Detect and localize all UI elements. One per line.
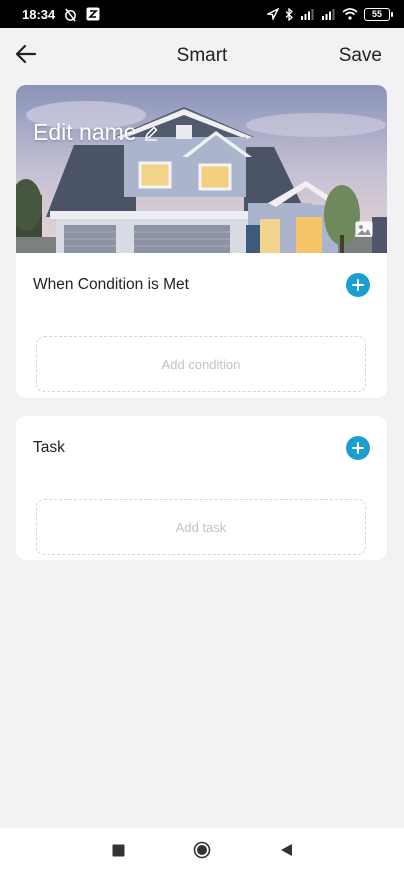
home-circle-icon [193, 841, 211, 864]
back-triangle-icon [280, 843, 293, 862]
add-task-button[interactable] [346, 436, 370, 460]
edit-name-button[interactable]: Edit name [33, 119, 159, 146]
signal-icon [321, 8, 336, 20]
status-time: 18:34 [22, 6, 56, 22]
battery-icon: 55 [364, 7, 393, 21]
status-bar: 18:34 55 [0, 0, 404, 28]
house-illustration [16, 85, 387, 253]
alarm-off-icon [63, 7, 78, 22]
recents-button[interactable] [109, 844, 127, 862]
scene-cover-image: Edit name [16, 85, 387, 253]
image-icon [355, 221, 373, 237]
system-back-button[interactable] [277, 844, 295, 862]
task-card: Task Add task [16, 416, 387, 560]
change-cover-button[interactable] [355, 221, 373, 237]
page-title: Smart [176, 45, 228, 66]
scene-card: Edit name When Condition is Met Add cond… [16, 85, 387, 398]
home-button[interactable] [193, 841, 211, 864]
add-task-label: Add task [175, 519, 227, 535]
signal-icon [300, 8, 315, 20]
condition-section-title: When Condition is Met [33, 276, 189, 293]
system-nav-bar [0, 828, 404, 877]
wifi-icon [342, 8, 358, 20]
task-section-title: Task [33, 439, 65, 456]
back-button[interactable] [12, 42, 40, 70]
scene-name-label: Edit name [33, 119, 137, 145]
top-app-bar: Smart Save [0, 28, 404, 84]
add-condition-placeholder[interactable]: Add condition [36, 336, 366, 392]
save-button[interactable]: Save [339, 45, 382, 67]
task-section-header: Task [16, 416, 387, 480]
location-arrow-icon [267, 8, 279, 20]
bluetooth-icon [285, 7, 294, 21]
condition-section-header: When Condition is Met [16, 253, 387, 317]
app-notification-icon [86, 7, 100, 21]
arrow-left-icon [15, 44, 37, 69]
add-condition-button[interactable] [346, 273, 370, 297]
battery-level: 55 [371, 9, 382, 19]
add-task-placeholder[interactable]: Add task [36, 499, 366, 555]
add-condition-label: Add condition [161, 356, 241, 372]
recents-square-icon [112, 844, 125, 862]
pencil-icon [143, 125, 159, 141]
